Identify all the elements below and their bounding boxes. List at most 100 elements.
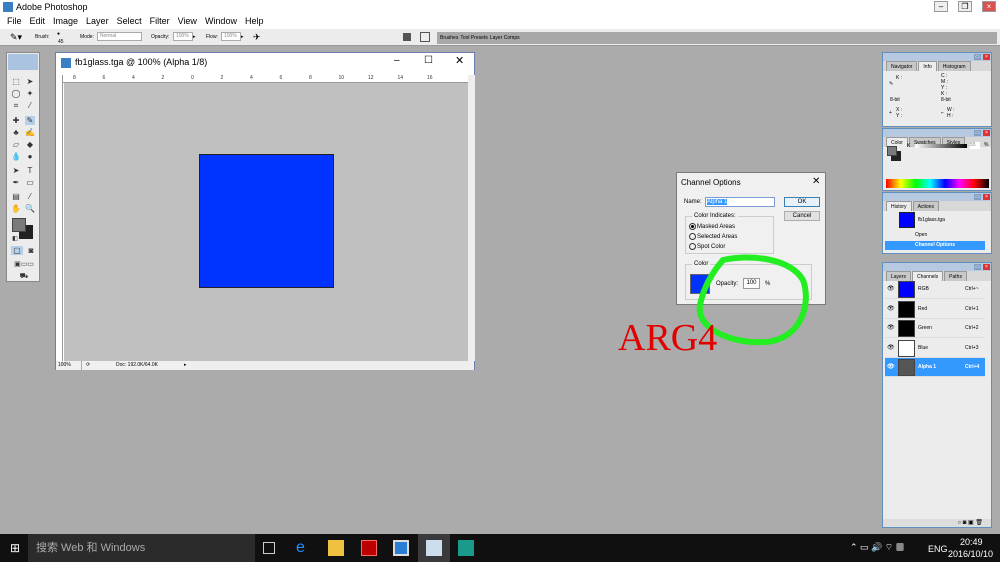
standard-mode-icon[interactable]: ▢	[11, 246, 23, 255]
k-value-input[interactable]: 55	[970, 142, 980, 149]
tab-navigator[interactable]: Navigator	[886, 61, 918, 71]
foreground-color-swatch[interactable]	[12, 218, 26, 232]
visibility-eye-icon[interactable]: 👁	[887, 345, 895, 351]
healing-brush-icon[interactable]: ✚	[11, 116, 21, 125]
restore-button[interactable]: ❐	[958, 1, 972, 12]
taskbar-search[interactable]: 搜索 Web 和 Windows	[28, 534, 255, 562]
menu-view[interactable]: View	[174, 14, 201, 29]
screen-mode-icons[interactable]: ▣▭▭	[10, 260, 38, 269]
path-selection-icon[interactable]: ➤	[11, 166, 21, 175]
radio-selected-areas[interactable]: Selected Areas	[689, 233, 737, 240]
task-view-icon[interactable]	[263, 542, 275, 554]
tab-brushes[interactable]: Brushes	[440, 32, 458, 44]
language-indicator[interactable]: ENG	[928, 544, 948, 554]
blur-tool-icon[interactable]: 💧	[11, 152, 21, 161]
brush-tool-preset-icon[interactable]: ✎▾	[10, 29, 22, 46]
vertical-scrollbar[interactable]	[468, 75, 475, 361]
windows-start-icon[interactable]: ⊞	[10, 542, 20, 554]
ok-button[interactable]: OK	[784, 197, 820, 207]
clone-stamp-icon[interactable]: ♣	[11, 128, 21, 137]
acrobat-icon[interactable]	[361, 540, 377, 556]
eyedropper-icon[interactable]: ⁄	[25, 192, 35, 201]
clock-time[interactable]: 20:49	[960, 537, 983, 547]
slice-tool-icon[interactable]: ⁄	[25, 101, 35, 110]
tray-icons[interactable]: ⌃ ▭ 🔊 ⌔ ▤	[850, 542, 904, 553]
history-brush-icon[interactable]: ✍	[25, 128, 35, 137]
marquee-tool-icon[interactable]: ⬚	[11, 77, 21, 86]
fg-color-chip[interactable]	[887, 146, 897, 156]
channel-row-blue[interactable]: 👁 Blue Ctrl+3	[885, 339, 985, 358]
type-tool-icon[interactable]: T	[25, 166, 35, 175]
edge-icon[interactable]: e	[296, 540, 312, 556]
channel-actions-bar[interactable]: ○ ◙ ▣ 🗑	[883, 519, 991, 527]
status-menu-arrow[interactable]: ▸	[184, 361, 187, 370]
menu-file[interactable]: File	[3, 14, 26, 29]
dialog-close-button[interactable]: ✕	[812, 176, 820, 187]
panel-close-button[interactable]: ×	[983, 54, 990, 60]
quick-mask-icon[interactable]: ◙	[25, 246, 37, 255]
paint-bucket-icon[interactable]: ◆	[25, 140, 35, 149]
minimize-button[interactable]: –	[934, 1, 948, 12]
visibility-eye-icon[interactable]: 👁	[887, 286, 895, 292]
mode-select[interactable]: Normal	[97, 32, 142, 42]
menu-filter[interactable]: Filter	[146, 14, 174, 29]
panel-close-button[interactable]: ×	[983, 264, 990, 270]
name-input[interactable]: Alpha 1	[705, 197, 775, 207]
channel-row-alpha-1[interactable]: 👁 Alpha 1 Ctrl+4	[885, 358, 985, 377]
menu-help[interactable]: Help	[241, 14, 268, 29]
file-explorer-icon[interactable]	[328, 540, 344, 556]
zoom-level[interactable]: 100%	[58, 361, 82, 370]
brush-tool-icon[interactable]: ✎	[25, 116, 35, 125]
menu-select[interactable]: Select	[113, 14, 146, 29]
color-ramp[interactable]	[886, 179, 989, 188]
menu-window[interactable]: Window	[201, 14, 241, 29]
hand-tool-icon[interactable]: ✋	[11, 204, 21, 213]
menu-layer[interactable]: Layer	[82, 14, 113, 29]
tab-histogram[interactable]: Histogram	[937, 61, 971, 71]
tab-actions[interactable]: Actions	[912, 201, 939, 211]
jump-to-imageready-icon[interactable]: ⛟	[10, 272, 38, 281]
opacity-input[interactable]: 100%	[173, 32, 193, 42]
panel-minimize-button[interactable]: ▭	[974, 194, 981, 200]
k-slider[interactable]	[915, 144, 967, 148]
tab-tool-presets[interactable]: Tool Presets	[460, 32, 488, 44]
visibility-eye-icon[interactable]: 👁	[887, 325, 895, 331]
panel-minimize-button[interactable]: ▭	[974, 54, 981, 60]
lasso-tool-icon[interactable]: ◯	[11, 89, 21, 98]
crop-tool-icon[interactable]: ⌗	[11, 101, 21, 110]
panel-close-button[interactable]: ×	[983, 194, 990, 200]
menu-edit[interactable]: Edit	[26, 14, 50, 29]
panel-minimize-button[interactable]: ▭	[974, 130, 981, 136]
maya-icon[interactable]	[458, 540, 474, 556]
history-item-channel-options[interactable]: Channel Options	[885, 241, 985, 250]
tab-layer-comps[interactable]: Layer Comps	[490, 32, 520, 44]
tab-info[interactable]: Info	[918, 61, 937, 71]
move-tool-icon[interactable]: ➤	[25, 77, 35, 86]
flow-input[interactable]: 100%	[221, 32, 241, 42]
zoom-tool-icon[interactable]: 🔍	[25, 204, 35, 213]
doc-close-button[interactable]: ✕	[455, 54, 464, 67]
default-colors-icon[interactable]: ◧	[10, 235, 20, 244]
close-button[interactable]: ×	[982, 1, 996, 12]
menu-image[interactable]: Image	[49, 14, 82, 29]
horizontal-scrollbar[interactable]	[191, 361, 471, 369]
radio-masked-areas[interactable]: Masked Areas	[689, 223, 735, 230]
canvas[interactable]	[64, 83, 468, 361]
visibility-eye-icon[interactable]: 👁	[887, 364, 895, 370]
notes-tool-icon[interactable]: ▤	[11, 192, 21, 201]
channel-row-red[interactable]: 👁 Red Ctrl+1	[885, 300, 985, 319]
shape-tool-icon[interactable]: ▭	[25, 178, 35, 187]
file-browser-icon[interactable]	[403, 33, 411, 41]
doc-minimize-button[interactable]: –	[394, 55, 400, 66]
pen-tool-icon[interactable]: ✒	[11, 178, 21, 187]
history-snapshot[interactable]: fb1glass.tga	[885, 212, 985, 230]
panel-close-button[interactable]: ×	[983, 130, 990, 136]
history-item-open[interactable]: Open	[885, 231, 985, 240]
magic-wand-icon[interactable]: ✦	[25, 89, 35, 98]
clock-date[interactable]: 2016/10/10	[948, 549, 993, 559]
app-window-icon[interactable]	[393, 540, 409, 556]
panel-minimize-button[interactable]: ▭	[974, 264, 981, 270]
channel-row-rgb[interactable]: 👁 RGB Ctrl+~	[885, 280, 985, 299]
dodge-tool-icon[interactable]: ●	[25, 152, 35, 161]
channel-row-green[interactable]: 👁 Green Ctrl+2	[885, 319, 985, 338]
